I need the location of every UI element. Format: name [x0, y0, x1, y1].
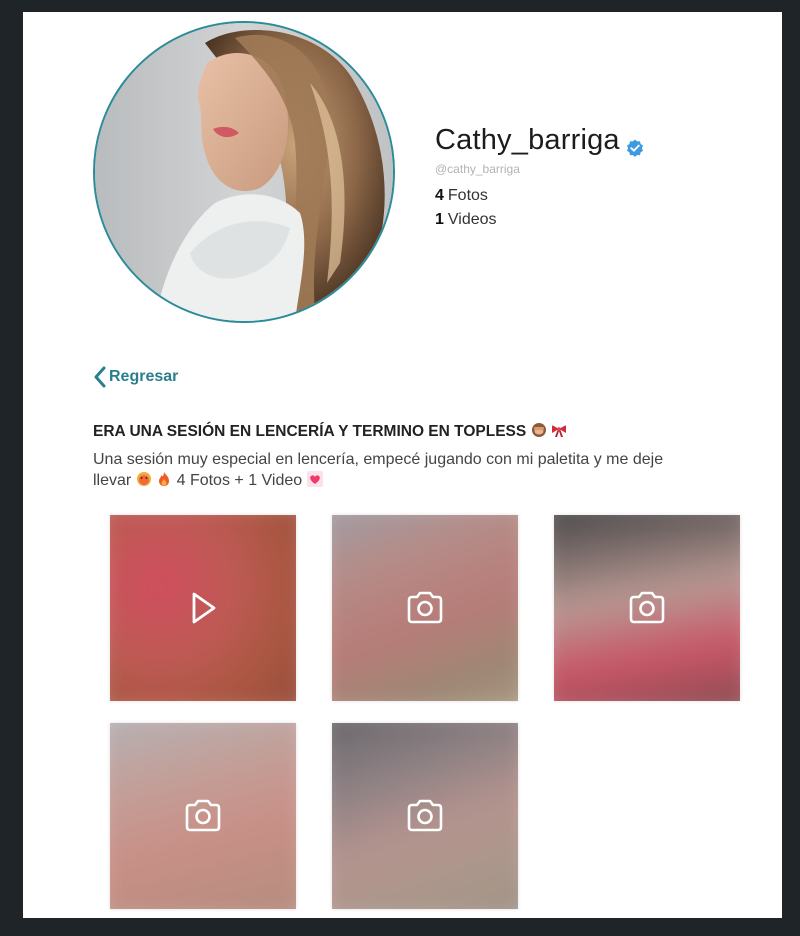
hot-face-emoji — [136, 472, 156, 489]
photos-count-label: Fotos — [447, 187, 488, 204]
post-description-line2-suffix: 4 Fotos + 1 Video — [176, 472, 303, 489]
post-title-text: ERA UNA SESIÓN EN LENCERÍA Y TERMINO EN … — [93, 423, 527, 440]
post-description-line2-prefix: llevar — [93, 472, 132, 489]
profile-name-text: Cathy_barriga — [435, 124, 620, 156]
ribbon-emoji — [551, 423, 567, 440]
media-tile-photo[interactable] — [110, 723, 296, 909]
videos-count-label: Videos — [447, 211, 497, 228]
photos-count: 4 Fotos — [435, 187, 488, 205]
photos-count-value: 4 — [435, 187, 444, 204]
verified-badge-icon — [626, 132, 644, 157]
fire-emoji — [156, 472, 176, 489]
post-description-line1: Una sesión muy especial en lencería, emp… — [93, 451, 664, 468]
camera-icon — [629, 591, 665, 624]
post-title: ERA UNA SESIÓN EN LENCERÍA Y TERMINO EN … — [93, 422, 567, 441]
back-link-label: Regresar — [109, 368, 179, 385]
post-description-line2: llevar 4 Fotos + 1 Video — [93, 470, 733, 491]
chevron-left-icon — [93, 366, 107, 388]
heart-emoji — [306, 471, 323, 489]
media-tile-photo[interactable] — [554, 515, 740, 701]
videos-count-value: 1 — [435, 211, 444, 228]
back-link[interactable]: Regresar — [93, 366, 178, 388]
play-icon — [192, 592, 216, 624]
avatar-image — [95, 23, 393, 321]
camera-icon — [407, 591, 443, 624]
profile-avatar[interactable] — [93, 21, 395, 323]
page-frame: Cathy_barriga @cathy_barriga 4 Fotos 1 Vid… — [23, 12, 782, 918]
camera-icon — [407, 799, 443, 832]
profile-handle: @cathy_barriga — [435, 162, 520, 176]
videos-count: 1 Videos — [435, 211, 497, 229]
camera-icon — [185, 799, 221, 832]
profile-name: Cathy_barriga — [435, 124, 644, 157]
media-tile-video[interactable] — [110, 515, 296, 701]
media-tile-photo[interactable] — [332, 723, 518, 909]
media-tile-photo[interactable] — [332, 515, 518, 701]
post-description: Una sesión muy especial en lencería, emp… — [93, 449, 733, 491]
see-no-evil-monkey-emoji — [531, 423, 551, 440]
